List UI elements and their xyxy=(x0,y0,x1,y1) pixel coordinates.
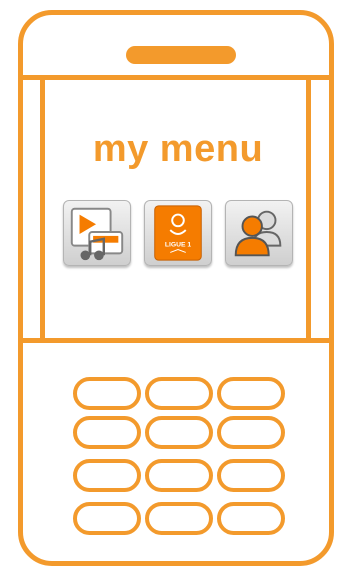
keypad-key[interactable] xyxy=(73,459,141,492)
media-app-button[interactable] xyxy=(63,200,131,266)
keypad-key[interactable] xyxy=(73,502,141,535)
menu-title: my menu xyxy=(92,128,264,170)
keypad-key[interactable] xyxy=(217,416,285,449)
svg-text:LIGUE 1: LIGUE 1 xyxy=(165,242,192,249)
screen-border-right xyxy=(306,80,311,338)
keypad-key[interactable] xyxy=(73,377,141,410)
contacts-app-button[interactable] xyxy=(225,200,293,266)
speaker-slot xyxy=(126,46,236,64)
ligue-1-icon: LIGUE 1 xyxy=(154,205,202,261)
keypad-key[interactable] xyxy=(217,502,285,535)
keypad-key[interactable] xyxy=(217,377,285,410)
keypad-key[interactable] xyxy=(73,416,141,449)
ligue-1-app-button[interactable]: LIGUE 1 xyxy=(144,200,212,266)
keypad-divider xyxy=(18,338,334,343)
top-divider xyxy=(18,75,334,80)
keypad-key[interactable] xyxy=(217,459,285,492)
keypad-key[interactable] xyxy=(145,416,213,449)
keypad-key[interactable] xyxy=(145,459,213,492)
contacts-icon xyxy=(234,210,282,257)
keypad-key[interactable] xyxy=(145,377,213,410)
media-player-icon xyxy=(70,207,124,261)
screen-border-left xyxy=(40,80,45,338)
keypad-key[interactable] xyxy=(145,502,213,535)
